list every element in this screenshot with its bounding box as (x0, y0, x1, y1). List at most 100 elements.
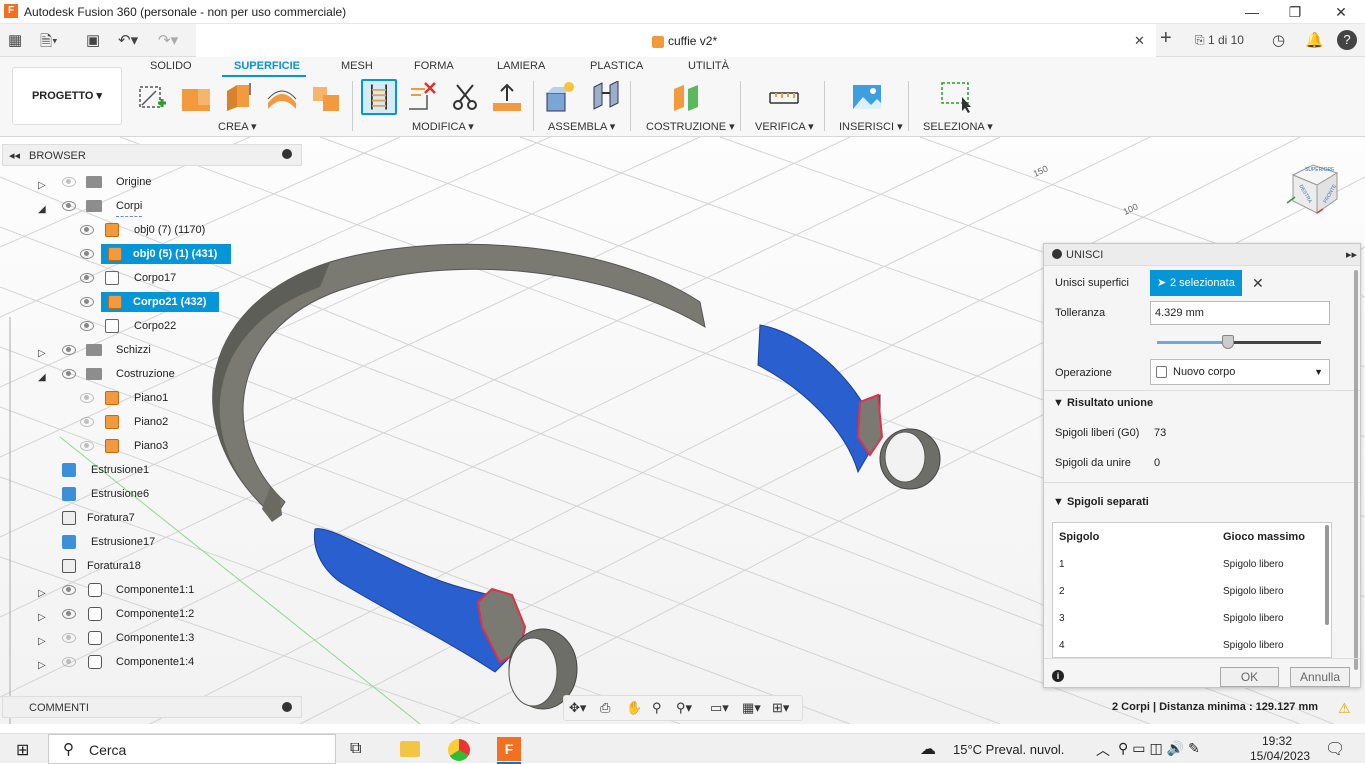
tab-mesh[interactable]: MESH (341, 60, 373, 72)
browser-row-piano3[interactable]: Piano3 (2, 436, 302, 456)
pan-icon[interactable]: ✋ (626, 700, 642, 716)
orbit-icon[interactable]: ✥▾ (569, 700, 586, 716)
zoom-icon[interactable]: ⚲ (652, 700, 662, 716)
browser-row-corpo21[interactable]: Corpo21 (432) (2, 292, 302, 312)
tab-cuffie[interactable]: cuffie v2* ✕ (196, 24, 1156, 57)
fit-icon[interactable]: ⚲▾ (676, 700, 692, 716)
browser-row-corpo22[interactable]: Corpo22 (2, 316, 302, 336)
visibility-icon[interactable] (62, 585, 76, 595)
weather-text[interactable]: 15°C Preval. nuvol. (953, 742, 1064, 757)
browser-row-corpo17[interactable]: Corpo17 (2, 268, 302, 288)
select-box-icon[interactable] (940, 81, 972, 113)
visibility-off-icon[interactable] (80, 393, 94, 403)
visibility-off-icon[interactable] (62, 657, 76, 667)
browser-minus-icon[interactable] (282, 149, 292, 159)
visibility-icon[interactable] (62, 345, 76, 355)
tray-chevron-icon[interactable]: ︿ (1096, 740, 1110, 760)
clock-time[interactable]: 19:32 (1262, 734, 1292, 748)
help-icon[interactable]: ? (1337, 30, 1357, 50)
operazione-dropdown[interactable]: Nuovo corpo ▼ (1150, 359, 1330, 385)
clock-date[interactable]: 15/04/2023 (1250, 749, 1310, 763)
undo-icon[interactable]: ↶▾ (118, 31, 138, 49)
browser-row-foratura7[interactable]: Foratura7 (2, 508, 302, 528)
tab-forma[interactable]: FORMA (414, 60, 454, 72)
visibility-off-icon[interactable] (62, 633, 76, 643)
revolve-icon[interactable] (223, 81, 255, 113)
browser-row-schizzi[interactable]: ▷ Schizzi (2, 340, 302, 360)
expand-icon[interactable]: ▷ (38, 632, 46, 652)
visibility-off-icon[interactable] (80, 417, 94, 427)
task-view-icon[interactable]: ⧉ (350, 740, 361, 758)
insert-image-icon[interactable] (851, 81, 883, 113)
grid-menu-icon[interactable]: ▦ (8, 31, 22, 49)
warning-icon[interactable]: ⚠ (1338, 700, 1351, 717)
visibility-icon[interactable] (62, 201, 76, 211)
new-component-icon[interactable] (545, 81, 577, 113)
visibility-icon[interactable] (62, 609, 76, 619)
group-costruzione[interactable]: COSTRUZIONE ▾ (646, 120, 735, 133)
browser-row-foratura18[interactable]: Foratura18 (2, 556, 302, 576)
grid-settings-icon[interactable]: ▦▾ (742, 700, 761, 716)
browser-row-piano1[interactable]: Piano1 (2, 388, 302, 408)
expand-icon[interactable]: ▷ (38, 344, 46, 364)
progetto-button[interactable]: PROGETTO ▾ (12, 67, 122, 125)
group-assembla[interactable]: ASSEMBLA ▾ (548, 120, 615, 133)
windows-start-icon[interactable]: ⊞ (16, 740, 29, 760)
clock-icon[interactable]: ◷ (1272, 31, 1285, 49)
taskbar-search[interactable]: ⚲ Cerca (48, 734, 336, 764)
measure-icon[interactable] (768, 81, 800, 113)
dialog-scrollbar[interactable] (1354, 270, 1358, 670)
collapse-icon[interactable]: ◢ (38, 200, 46, 220)
look-at-icon[interactable]: ⎙ (600, 700, 610, 716)
expand-icon[interactable]: ▷ (38, 656, 46, 676)
tab-superficie[interactable]: SUPERFICIE (234, 60, 300, 72)
new-tab-button[interactable]: + (1160, 27, 1172, 50)
visibility-icon[interactable] (80, 297, 94, 307)
visibility-icon[interactable] (80, 273, 94, 283)
display-settings-icon[interactable]: ▭▾ (710, 700, 729, 716)
dialog-minus-icon[interactable] (1052, 249, 1062, 259)
visibility-off-icon[interactable] (62, 177, 76, 187)
close-window-button[interactable]: ✕ (1326, 2, 1356, 22)
expand-icon[interactable]: ▷ (38, 176, 46, 196)
group-crea[interactable]: CREA ▾ (218, 120, 257, 133)
browser-row-obj0-5[interactable]: obj0 (5) (1) (431) (2, 244, 302, 264)
risultato-unione-header[interactable]: ▼ Risultato unione (1053, 397, 1153, 409)
stitch-icon[interactable] (361, 79, 397, 115)
expand-icon[interactable]: ▷ (38, 608, 46, 628)
tab-solido[interactable]: SOLIDO (150, 60, 192, 72)
expand-dialog-icon[interactable]: ▸▸ (1346, 248, 1357, 261)
browser-row-estrusione1[interactable]: Estrusione1 (2, 460, 302, 480)
tolerance-slider-thumb[interactable] (1221, 335, 1234, 349)
joint-icon[interactable] (590, 81, 622, 113)
table-scrollbar[interactable] (1325, 525, 1329, 625)
expand-icon[interactable]: ▷ (38, 584, 46, 604)
trim-icon[interactable] (449, 81, 481, 113)
ok-button[interactable]: OK (1220, 667, 1279, 687)
save-icon[interactable]: ▣ (86, 31, 100, 49)
group-seleziona[interactable]: SELEZIONA ▾ (923, 120, 993, 133)
notification-icon[interactable]: 🗨 (1325, 739, 1345, 759)
bell-icon[interactable]: 🔔 (1305, 31, 1324, 49)
browser-row-corpi[interactable]: ◢ Corpi (2, 196, 302, 217)
collapse-icon[interactable]: ◢ (38, 368, 46, 388)
browser-row-estrusione17[interactable]: Estrusione17 (2, 532, 302, 552)
group-inserisci[interactable]: INSERISCI ▾ (839, 120, 903, 133)
tab-plastica[interactable]: PLASTICA (590, 60, 643, 72)
info-icon[interactable]: i (1052, 670, 1064, 682)
redo-icon[interactable]: ↷▾ (158, 31, 178, 49)
tolleranza-input[interactable]: 4.329 mm (1150, 301, 1330, 325)
offset-icon[interactable] (491, 81, 523, 113)
maximize-button[interactable]: ❐ (1280, 2, 1310, 22)
file-explorer-icon[interactable] (400, 741, 420, 757)
browser-row-componente1-2[interactable]: ▷ Componente1:2 (2, 604, 302, 624)
spigoli-separati-header[interactable]: ▼ Spigoli separati (1053, 496, 1149, 508)
annulla-button[interactable]: Annulla (1290, 667, 1350, 687)
weather-cloud-icon[interactable]: ☁ (920, 739, 936, 759)
extrude-surface-icon[interactable] (180, 81, 212, 113)
unstitch-icon[interactable] (405, 81, 437, 113)
sweep-icon[interactable] (266, 81, 298, 113)
comments-panel[interactable]: COMMENTI (2, 696, 302, 718)
sketch-icon[interactable] (136, 81, 168, 113)
chrome-icon[interactable] (448, 739, 470, 761)
